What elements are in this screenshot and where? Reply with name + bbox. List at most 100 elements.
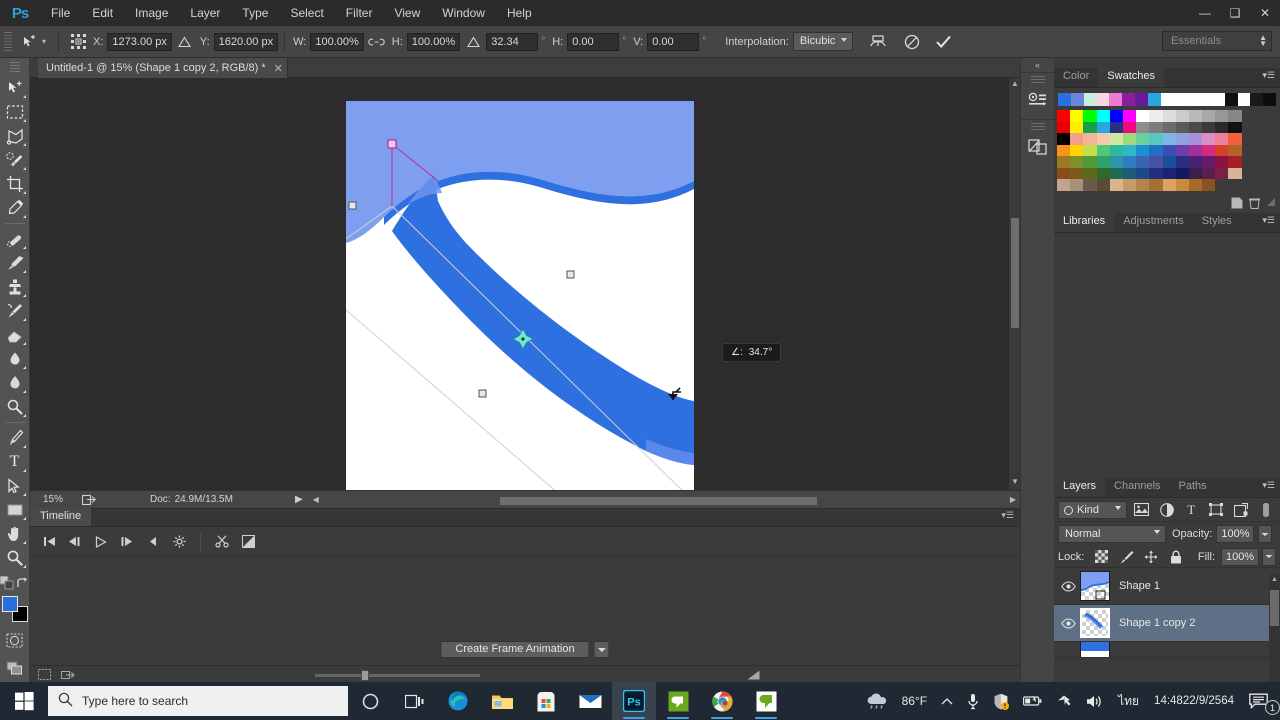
- color-swatch[interactable]: [1162, 133, 1176, 145]
- panel-menu-icon[interactable]: ▾☰: [1262, 481, 1275, 490]
- color-swatch[interactable]: [1149, 133, 1163, 145]
- options-bar-grip[interactable]: [4, 31, 12, 52]
- color-swatch[interactable]: [1175, 110, 1189, 122]
- task-view-icon[interactable]: [392, 682, 436, 720]
- fill-input[interactable]: 100%: [1221, 547, 1259, 566]
- color-swatch[interactable]: [1136, 179, 1150, 191]
- color-swatch[interactable]: [1096, 144, 1110, 156]
- color-swatch[interactable]: [1083, 144, 1097, 156]
- recent-swatch[interactable]: [1224, 93, 1238, 106]
- color-swatch[interactable]: [1096, 179, 1110, 191]
- canvas-area[interactable]: ∠: 34.7° ▲ ▼: [30, 78, 1020, 490]
- menu-select[interactable]: Select: [279, 0, 334, 26]
- color-swatch[interactable]: [1175, 121, 1189, 133]
- color-swatch[interactable]: [1136, 167, 1150, 179]
- scroll-down-icon[interactable]: ▼: [1011, 478, 1019, 488]
- rectangle-tool-icon[interactable]: [2, 498, 28, 522]
- color-swatch[interactable]: [1109, 110, 1123, 122]
- menu-image[interactable]: Image: [124, 0, 179, 26]
- color-swatch[interactable]: [1202, 179, 1216, 191]
- volume-icon[interactable]: [1079, 682, 1111, 720]
- color-swatch[interactable]: [1057, 133, 1071, 145]
- filter-type-icon[interactable]: T: [1181, 500, 1202, 520]
- notifications-icon[interactable]: 1: [1242, 682, 1280, 720]
- cortana-icon[interactable]: [348, 682, 392, 720]
- color-swatch[interactable]: [1109, 156, 1123, 168]
- recent-swatch[interactable]: [1096, 93, 1110, 106]
- timeline-zoom-in-icon[interactable]: [747, 670, 760, 680]
- commit-transform-icon[interactable]: [931, 31, 957, 53]
- color-swatch[interactable]: [1122, 110, 1137, 122]
- color-swatch[interactable]: [1228, 121, 1242, 133]
- blur-tool-icon[interactable]: [2, 371, 28, 395]
- panel-menu-icon[interactable]: ▾☰: [1262, 216, 1275, 225]
- recent-swatch[interactable]: [1263, 93, 1277, 106]
- default-colors-icon[interactable]: [0, 575, 14, 593]
- lasso-tool-icon[interactable]: [2, 124, 28, 148]
- color-swatch[interactable]: [1122, 144, 1137, 156]
- color-swatch[interactable]: [1109, 179, 1123, 191]
- shape-thumbnail[interactable]: [1080, 571, 1110, 601]
- swatches-scrollbar[interactable]: [1268, 114, 1278, 200]
- microphone-icon[interactable]: [960, 682, 986, 720]
- color-swatch[interactable]: [1215, 133, 1229, 145]
- layer-filter-kind-select[interactable]: Kind: [1058, 500, 1128, 519]
- horizontal-skew-input[interactable]: 0.00: [567, 32, 620, 51]
- color-swatch[interactable]: [1149, 167, 1163, 179]
- layers-scrollbar[interactable]: ▲ ▼: [1269, 574, 1280, 698]
- spot-healing-brush-tool-icon[interactable]: [2, 227, 28, 251]
- rectangular-marquee-tool-icon[interactable]: [2, 100, 28, 124]
- color-swatch[interactable]: [1136, 156, 1150, 168]
- lock-position-icon[interactable]: [1140, 547, 1162, 567]
- opacity-stepper[interactable]: [1258, 525, 1273, 543]
- eraser-tool-icon[interactable]: [2, 323, 28, 347]
- collapse-panels-icon[interactable]: «: [1021, 58, 1054, 72]
- google-chrome-icon[interactable]: [700, 682, 744, 720]
- microsoft-edge-icon[interactable]: [436, 682, 480, 720]
- color-swatch[interactable]: [1202, 156, 1216, 168]
- color-swatch[interactable]: [1215, 144, 1229, 156]
- color-swatch[interactable]: [1202, 167, 1216, 179]
- color-swatch[interactable]: [1070, 121, 1084, 133]
- layer-row-shape-1-copy-2[interactable]: Shape 1 copy 2: [1054, 605, 1280, 642]
- color-swatch[interactable]: [1188, 144, 1203, 156]
- rotation-input[interactable]: 32.34: [486, 32, 539, 51]
- y-input[interactable]: 1620.00 px: [213, 32, 279, 51]
- color-swatch[interactable]: [1188, 110, 1203, 122]
- color-swatch[interactable]: [1215, 156, 1229, 168]
- recent-swatch[interactable]: [1186, 93, 1200, 106]
- zoom-tool-icon[interactable]: [2, 546, 28, 570]
- windows-security-icon[interactable]: [986, 682, 1016, 720]
- crop-tool-icon[interactable]: [2, 172, 28, 196]
- audio-mute-button[interactable]: [142, 532, 164, 552]
- tab-timeline[interactable]: Timeline: [30, 508, 92, 526]
- windows-start-icon[interactable]: [0, 682, 48, 720]
- fill-stepper[interactable]: [1262, 547, 1276, 566]
- close-tab-icon[interactable]: ✕: [274, 62, 283, 75]
- screen-mode-icon[interactable]: [2, 656, 28, 680]
- color-swatch[interactable]: [1215, 167, 1229, 179]
- menu-help[interactable]: Help: [496, 0, 543, 26]
- menu-edit[interactable]: Edit: [81, 0, 124, 26]
- cancel-transform-icon[interactable]: [899, 31, 925, 53]
- color-swatch[interactable]: [1215, 121, 1229, 133]
- color-swatch[interactable]: [1228, 167, 1242, 179]
- width-input[interactable]: 100.00%: [310, 32, 364, 51]
- layers-scroll-thumb[interactable]: [1270, 590, 1279, 626]
- color-swatch[interactable]: [1109, 133, 1123, 145]
- color-swatch[interactable]: [1109, 121, 1123, 133]
- color-swatch[interactable]: [1083, 156, 1097, 168]
- eyedropper-tool-icon[interactable]: [2, 196, 28, 220]
- color-swatch[interactable]: [1083, 179, 1097, 191]
- warp-icon[interactable]: [865, 31, 891, 53]
- tab-styles[interactable]: Styles: [1193, 212, 1241, 232]
- menu-filter[interactable]: Filter: [335, 0, 384, 26]
- quick-mask-icon[interactable]: [2, 628, 28, 652]
- color-swatch[interactable]: [1136, 121, 1150, 133]
- scroll-right-icon[interactable]: ▶: [1010, 495, 1016, 504]
- vertical-scroll-thumb[interactable]: [1011, 218, 1019, 328]
- lock-transparent-pixels-icon[interactable]: [1090, 547, 1112, 567]
- color-swatch[interactable]: [1109, 144, 1123, 156]
- brush-tool-icon[interactable]: [2, 251, 28, 275]
- eye-icon[interactable]: [1056, 568, 1080, 605]
